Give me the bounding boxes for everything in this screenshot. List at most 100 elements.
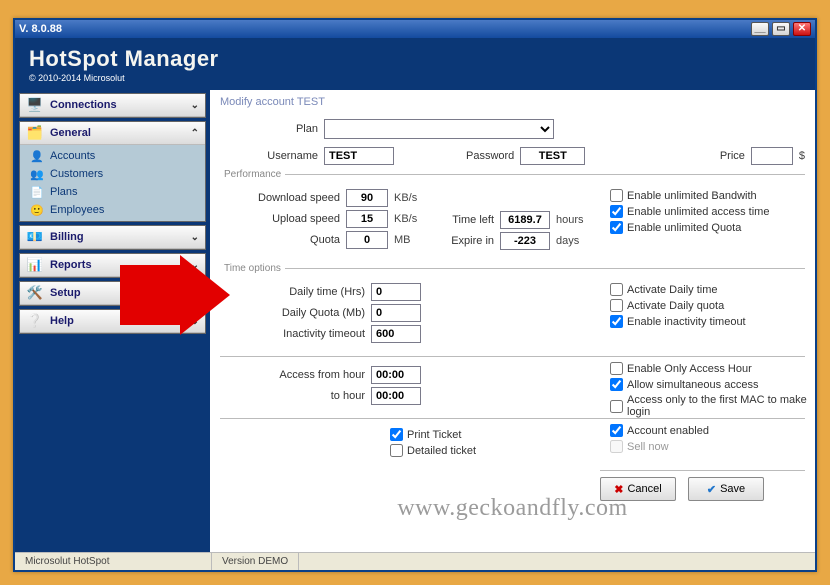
chevron-up-icon: ⌃ xyxy=(191,128,199,139)
cb-bandwith-label: Enable unlimited Bandwith xyxy=(627,190,757,202)
inactivity-input[interactable] xyxy=(371,325,421,343)
status-right: Version DEMO xyxy=(212,553,299,570)
cb-accesstime-label: Enable unlimited access time xyxy=(627,206,769,218)
sidebar-panel-help[interactable]: ❔ Help ⌄ xyxy=(19,309,206,334)
sidebar-item-accounts[interactable]: 👤 Accounts xyxy=(24,147,201,165)
check-icon: ✔ xyxy=(707,483,716,496)
cb-inactivity[interactable] xyxy=(610,315,623,328)
access-to-label: to hour xyxy=(220,390,365,402)
access-to-input[interactable] xyxy=(371,387,421,405)
watermark: www.geckoandfly.com xyxy=(397,495,627,522)
app-window: V. 8.0.88 __ ▭ ✕ HotSpot Manager © 2010-… xyxy=(13,18,817,572)
sidebar-item-plans[interactable]: 📄 Plans xyxy=(24,183,201,201)
cb-detailed-ticket[interactable] xyxy=(390,444,403,457)
performance-section: Performance Download speed KB/s Upload s… xyxy=(220,169,805,255)
cb-enabled-label: Account enabled xyxy=(627,425,709,437)
maximize-button[interactable]: ▭ xyxy=(772,22,790,36)
username-input[interactable] xyxy=(324,147,394,165)
window-version: V. 8.0.88 xyxy=(19,23,62,35)
chevron-down-icon: ⌄ xyxy=(191,288,199,299)
close-button[interactable]: ✕ xyxy=(793,22,811,36)
bottom-section: Print Ticket Detailed ticket Account ena… xyxy=(220,418,805,462)
sidebar-label-general: General xyxy=(50,127,91,139)
timeoptions-legend: Time options xyxy=(220,263,285,274)
app-header: HotSpot Manager © 2010-2014 Microsolut xyxy=(15,38,815,90)
sidebar-item-label: Plans xyxy=(50,186,78,198)
access-from-input[interactable] xyxy=(371,366,421,384)
timeoptions-section: Time options Daily time (Hrs) Daily Quot… xyxy=(220,263,805,348)
plan-select[interactable] xyxy=(324,119,554,139)
cb-simultaneous[interactable] xyxy=(610,378,623,391)
minimize-button[interactable]: __ xyxy=(751,22,769,36)
daily-quota-label: Daily Quota (Mb) xyxy=(220,307,365,319)
daily-time-label: Daily time (Hrs) xyxy=(220,286,365,298)
cancel-icon: ✖ xyxy=(614,483,623,496)
timeleft-label: Time left xyxy=(440,214,494,226)
sidebar-item-label: Accounts xyxy=(50,150,95,162)
expire-input[interactable] xyxy=(500,232,550,250)
sidebar-header-general[interactable]: 🗂️ General ⌃ xyxy=(20,122,205,145)
save-label: Save xyxy=(720,483,745,495)
cb-daily-quota[interactable] xyxy=(610,299,623,312)
password-input[interactable] xyxy=(520,147,585,165)
chevron-down-icon: ⌄ xyxy=(191,100,199,111)
sidebar-label-setup: Setup xyxy=(50,287,81,299)
timeleft-unit: hours xyxy=(556,214,584,226)
expire-label: Expire in xyxy=(440,235,494,247)
expire-unit: days xyxy=(556,235,579,247)
cancel-button[interactable]: ✖ Cancel xyxy=(600,477,676,501)
cb-daily-time[interactable] xyxy=(610,283,623,296)
cb-account-enabled[interactable] xyxy=(610,424,623,437)
inactivity-label: Inactivity timeout xyxy=(220,328,365,340)
cb-print-ticket[interactable] xyxy=(390,428,403,441)
chevron-down-icon: ⌄ xyxy=(191,232,199,243)
cb-only-access[interactable] xyxy=(610,362,623,375)
cb-simultaneous-label: Allow simultaneous access xyxy=(627,379,758,391)
cb-only-access-label: Enable Only Access Hour xyxy=(627,363,752,375)
sidebar-panel-reports[interactable]: 📊 Reports ⌄ xyxy=(19,253,206,278)
chevron-down-icon: ⌄ xyxy=(191,260,199,271)
cb-sell-now xyxy=(610,440,623,453)
billing-icon: 💶 xyxy=(26,228,44,246)
cb-print-label: Print Ticket xyxy=(407,429,461,441)
username-label: Username xyxy=(220,150,318,162)
access-from-label: Access from hour xyxy=(220,369,365,381)
sidebar-label-billing: Billing xyxy=(50,231,84,243)
sidebar-panel-billing[interactable]: 💶 Billing ⌄ xyxy=(19,225,206,250)
upload-unit: KB/s xyxy=(394,213,417,225)
cb-mac[interactable] xyxy=(610,400,623,413)
currency-label: $ xyxy=(799,150,805,162)
copyright: © 2010-2014 Microsolut xyxy=(29,73,125,83)
save-button[interactable]: ✔ Save xyxy=(688,477,764,501)
cb-bandwith[interactable] xyxy=(610,189,623,202)
cb-detailed-label: Detailed ticket xyxy=(407,445,476,457)
upload-input[interactable] xyxy=(346,210,388,228)
status-left: Microsolut HotSpot xyxy=(15,553,212,570)
password-label: Password xyxy=(466,150,514,162)
cb-daily-quota-label: Activate Daily quota xyxy=(627,300,724,312)
statusbar: Microsolut HotSpot Version DEMO xyxy=(15,552,815,570)
download-input[interactable] xyxy=(346,189,388,207)
quota-unit: MB xyxy=(394,234,411,246)
sidebar-item-employees[interactable]: 🙂 Employees xyxy=(24,201,201,219)
breadcrumb: Modify account TEST xyxy=(220,94,805,116)
sidebar-panel-setup[interactable]: 🛠️ Setup ⌄ xyxy=(19,281,206,306)
main-content: Modify account TEST Plan Username Passwo… xyxy=(210,90,815,552)
cb-sell-label: Sell now xyxy=(627,441,669,453)
timeleft-input[interactable] xyxy=(500,211,550,229)
help-icon: ❔ xyxy=(26,312,44,330)
quota-input[interactable] xyxy=(346,231,388,249)
connections-icon: 🖥️ xyxy=(26,96,44,114)
chevron-down-icon: ⌄ xyxy=(191,316,199,327)
sidebar-item-customers[interactable]: 👥 Customers xyxy=(24,165,201,183)
cb-unlimited-quota[interactable] xyxy=(610,221,623,234)
price-input[interactable] xyxy=(751,147,793,165)
daily-time-input[interactable] xyxy=(371,283,421,301)
sidebar-panel-general: 🗂️ General ⌃ 👤 Accounts 👥 Customers 📄 xyxy=(19,121,206,222)
cb-accesstime[interactable] xyxy=(610,205,623,218)
daily-quota-input[interactable] xyxy=(371,304,421,322)
upload-label: Upload speed xyxy=(220,213,340,225)
download-unit: KB/s xyxy=(394,192,417,204)
sidebar-panel-connections[interactable]: 🖥️ Connections ⌄ xyxy=(19,93,206,118)
cb-daily-time-label: Activate Daily time xyxy=(627,284,717,296)
